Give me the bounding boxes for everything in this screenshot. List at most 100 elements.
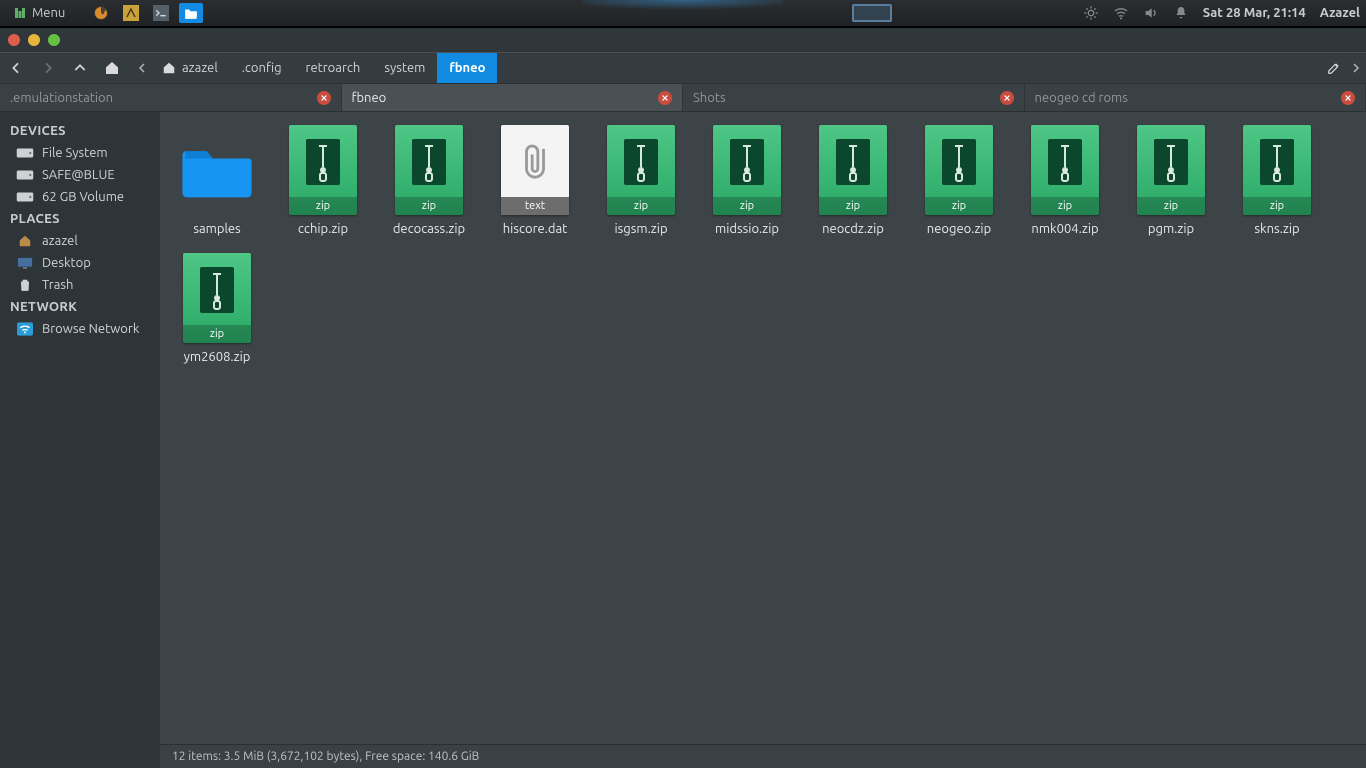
tab-neogeo-cd-roms[interactable]: neogeo cd roms bbox=[1025, 84, 1366, 111]
sidebar-header: NETWORK bbox=[0, 296, 160, 318]
menu-button[interactable]: Menu bbox=[6, 4, 73, 22]
drive-icon bbox=[16, 190, 34, 204]
menu-label: Menu bbox=[32, 6, 65, 20]
sidebar-item-label: Desktop bbox=[42, 256, 91, 270]
taskbar-app-editor[interactable] bbox=[119, 3, 143, 23]
file-label: pgm.zip bbox=[1148, 222, 1194, 236]
tab-fbneo[interactable]: fbneo bbox=[342, 84, 684, 111]
sidebar: DEVICESFile SystemSAFE@BLUE62 GB VolumeP… bbox=[0, 112, 160, 768]
notification-icon[interactable] bbox=[1173, 5, 1189, 21]
file-decocass-zip[interactable]: zip decocass.zip bbox=[376, 122, 482, 250]
zip-icon: zip bbox=[923, 124, 995, 216]
tab-strip: .emulationstation fbneo Shots neogeo cd rom… bbox=[0, 84, 1366, 112]
zip-icon: zip bbox=[181, 252, 253, 344]
crumb-retroarch[interactable]: retroarch bbox=[294, 53, 373, 83]
tab-close[interactable] bbox=[1000, 91, 1014, 105]
nav-back[interactable] bbox=[0, 52, 32, 84]
sidebar-item-label: Browse Network bbox=[42, 322, 139, 336]
tab-label: neogeo cd roms bbox=[1035, 91, 1334, 105]
nav-forward[interactable] bbox=[32, 52, 64, 84]
tab-close[interactable] bbox=[1341, 91, 1355, 105]
sidebar-item-label: SAFE@BLUE bbox=[42, 168, 115, 182]
tab-label: .emulationstation bbox=[10, 91, 309, 105]
file-label: midssio.zip bbox=[715, 222, 779, 236]
text-icon: text bbox=[499, 124, 571, 216]
file-neocdz-zip[interactable]: zipneocdz.zip bbox=[800, 122, 906, 250]
file-ym2608-zip[interactable]: zip ym2608.zip bbox=[164, 250, 270, 378]
crumb-system[interactable]: system bbox=[372, 53, 437, 83]
zip-icon: zip bbox=[605, 124, 677, 216]
home-icon bbox=[162, 61, 176, 75]
file-isgsm-zip[interactable]: zip isgsm.zip bbox=[588, 122, 694, 250]
zip-icon: zip bbox=[711, 124, 783, 216]
sidebar-item-label: 62 GB Volume bbox=[42, 190, 124, 204]
file-cchip-zip[interactable]: zipcchip.zip bbox=[270, 122, 376, 250]
tab-shots[interactable]: Shots bbox=[683, 84, 1025, 111]
taskbar-app-firefox[interactable] bbox=[89, 3, 113, 23]
crumb-fbneo[interactable]: fbneo bbox=[437, 53, 497, 83]
window-maximize[interactable] bbox=[48, 34, 60, 46]
sidebar-item-62-gb-volume[interactable]: 62 GB Volume bbox=[0, 186, 160, 208]
crumb-config[interactable]: .config bbox=[230, 53, 294, 83]
sidebar-item-safe-blue[interactable]: SAFE@BLUE bbox=[0, 164, 160, 186]
zip-icon: zip bbox=[1241, 124, 1313, 216]
sidebar-item-browse-network[interactable]: Browse Network bbox=[0, 318, 160, 340]
zip-icon: zip bbox=[817, 124, 889, 216]
folder-icon bbox=[181, 124, 253, 216]
breadcrumb: azazel .config retroarch system fbneo bbox=[134, 53, 1318, 83]
window-close[interactable] bbox=[8, 34, 20, 46]
sidebar-item-desktop[interactable]: Desktop bbox=[0, 252, 160, 274]
file-label: ym2608.zip bbox=[184, 350, 251, 364]
crumb-azazel[interactable]: azazel bbox=[150, 53, 230, 83]
sidebar-item-azazel[interactable]: azazel bbox=[0, 230, 160, 252]
home-icon bbox=[16, 234, 34, 248]
user-menu[interactable]: Azazel bbox=[1320, 6, 1360, 20]
zip-icon: zip bbox=[1029, 124, 1101, 216]
workspace-1[interactable] bbox=[852, 4, 892, 22]
sidebar-item-file-system[interactable]: File System bbox=[0, 142, 160, 164]
file-nmk004-zip[interactable]: zipnmk004.zip bbox=[1012, 122, 1118, 250]
volume-icon[interactable] bbox=[1143, 5, 1159, 21]
file-label: neogeo.zip bbox=[927, 222, 991, 236]
manjaro-icon bbox=[14, 7, 26, 19]
file-neogeo-zip[interactable]: zip neogeo.zip bbox=[906, 122, 1012, 250]
status-text: 12 items: 3.5 MiB (3,672,102 bytes), Fre… bbox=[172, 750, 479, 763]
status-bar: 12 items: 3.5 MiB (3,672,102 bytes), Fre… bbox=[160, 744, 1366, 768]
sidebar-item-trash[interactable]: Trash bbox=[0, 274, 160, 296]
sidebar-item-label: azazel bbox=[42, 234, 78, 248]
file-label: skns.zip bbox=[1254, 222, 1299, 236]
tab-close[interactable] bbox=[317, 91, 331, 105]
file-manager-window: azazel .config retroarch system fbneo .e… bbox=[0, 27, 1366, 768]
network-icon bbox=[16, 322, 34, 336]
wifi-icon[interactable] bbox=[1113, 5, 1129, 21]
file-label: isgsm.zip bbox=[614, 222, 667, 236]
tab-label: fbneo bbox=[352, 91, 651, 105]
drive-icon bbox=[16, 168, 34, 182]
zip-icon: zip bbox=[1135, 124, 1207, 216]
tab--emulationstation[interactable]: .emulationstation bbox=[0, 84, 342, 111]
titlebar[interactable] bbox=[0, 28, 1366, 52]
trash-icon bbox=[16, 278, 34, 292]
window-minimize[interactable] bbox=[28, 34, 40, 46]
clock[interactable]: Sat 28 Mar, 21:14 bbox=[1203, 6, 1306, 20]
zip-icon: zip bbox=[393, 124, 465, 216]
file-label: samples bbox=[193, 222, 240, 236]
settings-icon[interactable] bbox=[1083, 5, 1099, 21]
file-grid[interactable]: sampleszipcchip.zipzipdecocass.ziptexthi… bbox=[160, 112, 1366, 744]
file-hiscore-dat[interactable]: texthiscore.dat bbox=[482, 122, 588, 250]
file-skns-zip[interactable]: zip skns.zip bbox=[1224, 122, 1330, 250]
nav-home[interactable] bbox=[96, 52, 128, 84]
crumb-scroll-right[interactable] bbox=[1348, 63, 1364, 73]
file-samples[interactable]: samples bbox=[164, 122, 270, 250]
nav-up[interactable] bbox=[64, 52, 96, 84]
drive-icon bbox=[16, 146, 34, 160]
taskbar-app-files[interactable] bbox=[179, 3, 203, 23]
file-midssio-zip[interactable]: zip midssio.zip bbox=[694, 122, 800, 250]
file-label: decocass.zip bbox=[393, 222, 465, 236]
edit-path-button[interactable] bbox=[1322, 52, 1346, 84]
taskbar-app-terminal[interactable] bbox=[149, 3, 173, 23]
file-pgm-zip[interactable]: zip pgm.zip bbox=[1118, 122, 1224, 250]
crumb-scroll-left[interactable] bbox=[134, 53, 150, 83]
file-label: cchip.zip bbox=[298, 222, 348, 236]
tab-close[interactable] bbox=[658, 91, 672, 105]
